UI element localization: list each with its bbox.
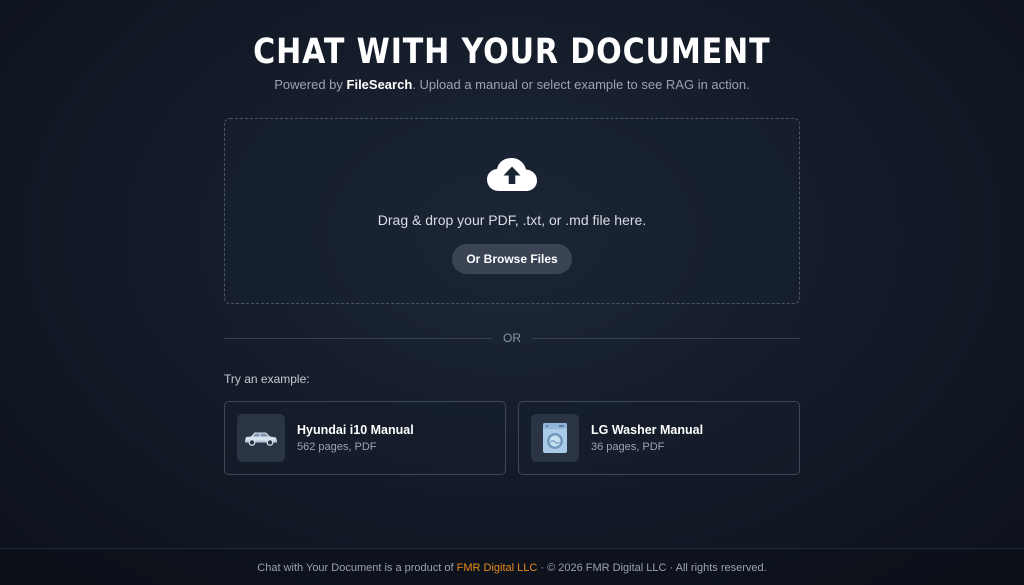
cloud-upload-icon — [487, 158, 537, 191]
footer-prefix: Chat with Your Document is a product of — [257, 562, 457, 574]
fmr-digital-link[interactable]: FMR Digital LLC — [457, 562, 538, 574]
browse-files-button[interactable]: Or Browse Files — [452, 244, 572, 274]
card-title: Hyundai i10 Manual — [297, 423, 414, 437]
example-card-hyundai[interactable]: Hyundai i10 Manual 562 pages, PDF — [224, 401, 506, 475]
file-dropzone[interactable]: Drag & drop your PDF, .txt, or .md file … — [224, 118, 800, 304]
divider-line-right — [532, 338, 800, 339]
card-meta: 36 pages, PDF — [591, 441, 665, 453]
example-card-lg-washer[interactable]: LG Washer Manual 36 pages, PDF — [518, 401, 800, 475]
or-divider: OR — [224, 330, 800, 346]
card-thumbnail — [531, 414, 579, 462]
dropzone-instructions: Drag & drop your PDF, .txt, or .md file … — [377, 212, 647, 228]
car-icon — [245, 432, 277, 446]
card-thumbnail — [237, 414, 285, 462]
card-meta: 562 pages, PDF — [297, 441, 377, 453]
washing-machine-icon — [543, 423, 567, 453]
page-title: CHAT WITH YOUR DOCUMENT — [253, 32, 771, 72]
card-title: LG Washer Manual — [591, 423, 704, 437]
subtitle-brand: FileSearch — [346, 77, 413, 92]
page-subtitle: Powered by FileSearch. Upload a manual o… — [0, 76, 1024, 94]
footer-suffix: · © 2026 FMR Digital LLC · All rights re… — [537, 562, 767, 574]
page-footer: Chat with Your Document is a product of … — [0, 548, 1024, 585]
subtitle-prefix: Powered by — [274, 77, 347, 92]
subtitle-suffix: . Upload a manual or select example to s… — [412, 77, 750, 92]
examples-label: Try an example: — [224, 372, 310, 386]
page-header: CHAT WITH YOUR DOCUMENT Powered by FileS… — [0, 30, 1024, 94]
